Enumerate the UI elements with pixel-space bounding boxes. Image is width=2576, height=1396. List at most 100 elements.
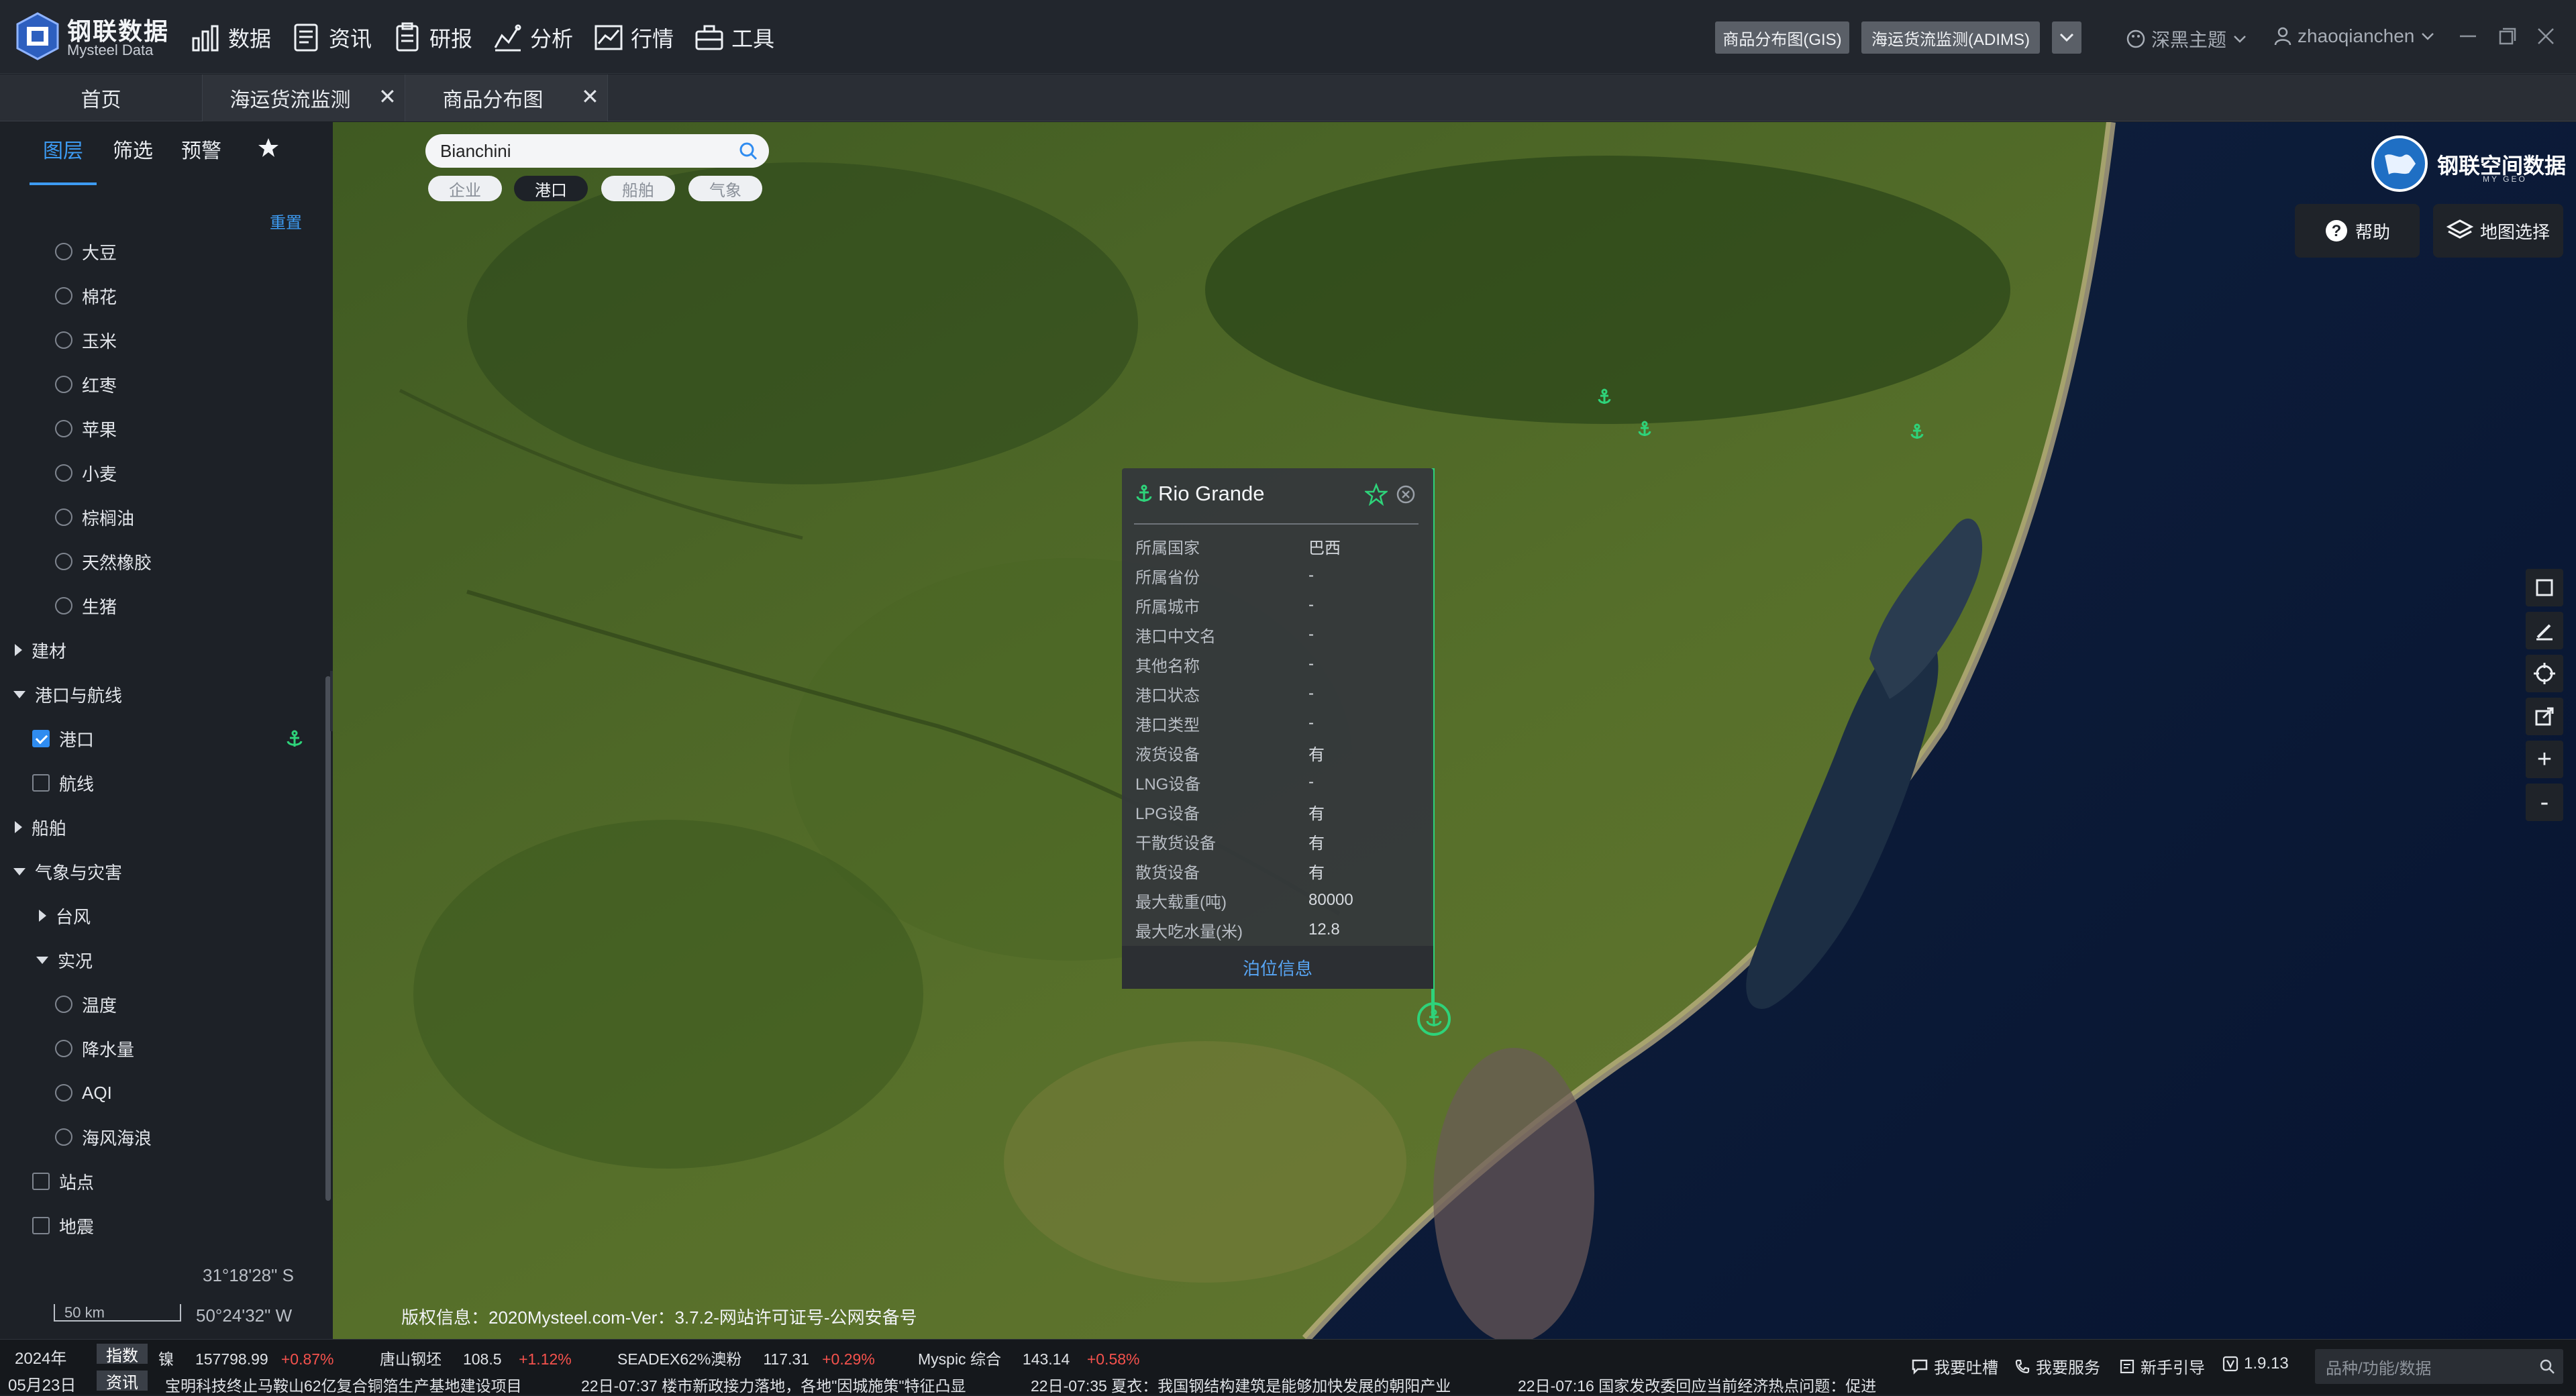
theme-switcher[interactable]: 深黑主题	[2126, 25, 2247, 52]
radio-button[interactable]	[55, 287, 72, 305]
rectangle-tool-button[interactable]	[2526, 569, 2563, 606]
layer-group-vessels[interactable]: 船舶	[15, 812, 330, 843]
radio-button[interactable]	[55, 508, 72, 526]
close-icon[interactable]	[1396, 484, 1416, 504]
close-window-icon[interactable]	[2534, 24, 2558, 48]
version-info[interactable]: 1.9.13	[2222, 1354, 2289, 1373]
filter-chip-company[interactable]: 企业	[428, 176, 502, 201]
layer-item-apple[interactable]: 苹果	[55, 413, 370, 444]
sidebar-scrollbar[interactable]	[325, 676, 331, 1201]
map-search-input[interactable]: Bianchini	[425, 134, 769, 168]
reset-button[interactable]: 重置	[270, 209, 302, 233]
layer-item-precipitation[interactable]: 降水量	[55, 1033, 370, 1064]
checkbox[interactable]	[32, 1173, 50, 1190]
layer-item-rubber[interactable]: 天然橡胶	[55, 546, 370, 577]
app-dropdown-button[interactable]	[2052, 21, 2081, 54]
nav-research[interactable]: 研报	[391, 19, 472, 56]
service-link[interactable]: 我要服务	[2014, 1354, 2100, 1378]
layer-item-aqi[interactable]: AQI	[55, 1077, 370, 1108]
help-button[interactable]: ? 帮助	[2295, 204, 2420, 258]
user-menu[interactable]: zhaoqianchen	[2273, 25, 2434, 47]
layer-item-routes[interactable]: 航线	[32, 767, 348, 798]
quote-item[interactable]: 镍 157798.99 +0.87%	[158, 1346, 334, 1369]
expand-icon[interactable]	[39, 910, 46, 922]
radio-button[interactable]	[55, 1084, 72, 1102]
zoom-in-button[interactable]: +	[2526, 741, 2563, 778]
news-item[interactable]: 22日-07:16 国家发改委回应当前经济热点问题：促进	[1518, 1373, 1894, 1396]
quote-item[interactable]: Myspic 综合 143.14 +0.58%	[918, 1346, 1139, 1369]
layer-item-soybean[interactable]: 大豆	[55, 236, 370, 267]
expand-icon[interactable]	[15, 821, 22, 833]
nav-tools[interactable]: 工具	[692, 19, 774, 56]
gis-button[interactable]: 商品分布图(GIS)	[1715, 21, 1849, 54]
search-icon[interactable]	[2539, 1358, 2555, 1375]
radio-button[interactable]	[55, 1128, 72, 1146]
layer-item-earthquake[interactable]: 地震	[32, 1210, 348, 1241]
expand-icon[interactable]	[15, 644, 22, 656]
quote-item[interactable]: 唐山钢坯 108.5 +1.12%	[380, 1346, 572, 1369]
layer-item-stations[interactable]: 站点	[32, 1166, 348, 1197]
news-item[interactable]: 22日-07:35 夏衣：我国钢结构建筑是能够加快发展的朝阳产业	[1031, 1373, 1451, 1396]
nav-analysis[interactable]: 分析	[491, 19, 573, 56]
tab-commodity-map[interactable]: 商品分布图 ✕	[405, 74, 608, 121]
quote-item[interactable]: SEADEX62%澳粉 117.31 +0.29%	[617, 1346, 875, 1369]
filter-chip-port[interactable]: 港口	[514, 176, 588, 201]
checkbox-checked[interactable]	[32, 730, 50, 747]
nav-data[interactable]: 数据	[189, 19, 271, 56]
checkbox[interactable]	[32, 774, 50, 792]
layer-item-hog[interactable]: 生猪	[55, 590, 370, 621]
nav-news[interactable]: 资讯	[290, 19, 372, 56]
news-item[interactable]: 22日-07:37 楼市新政接力落地，各地"因城施策"特征凸显	[581, 1373, 966, 1396]
layer-group-weather[interactable]: 气象与灾害	[13, 856, 329, 887]
tab-filter[interactable]: 筛选	[113, 134, 153, 164]
layer-group-building-materials[interactable]: 建材	[15, 635, 330, 665]
tab-alerts[interactable]: 预警	[181, 134, 221, 164]
checkbox[interactable]	[32, 1217, 50, 1234]
search-icon[interactable]	[738, 141, 758, 161]
close-icon[interactable]: ✕	[581, 84, 599, 109]
layer-item-wind-wave[interactable]: 海风海浪	[55, 1122, 370, 1152]
collapse-icon[interactable]	[13, 690, 25, 698]
radio-button[interactable]	[55, 420, 72, 437]
layer-group-live[interactable]: 实况	[36, 945, 352, 975]
radio-button[interactable]	[55, 464, 72, 482]
filter-chip-weather[interactable]: 气象	[688, 176, 762, 201]
map-canvas[interactable]	[333, 122, 2576, 1339]
collapse-icon[interactable]	[13, 867, 25, 875]
layer-item-ports[interactable]: 港口	[32, 723, 348, 754]
global-search-input[interactable]: 品种/功能/数据	[2315, 1349, 2563, 1384]
layer-item-temperature[interactable]: 温度	[55, 989, 370, 1020]
feedback-link[interactable]: 我要吐槽	[1911, 1354, 1998, 1378]
layer-item-corn[interactable]: 玉米	[55, 325, 370, 356]
star-icon[interactable]	[258, 137, 279, 158]
collapse-icon[interactable]	[36, 956, 48, 964]
berth-info-button[interactable]: 泊位信息	[1122, 946, 1433, 989]
radio-button[interactable]	[55, 553, 72, 570]
export-tool-button[interactable]	[2526, 698, 2563, 735]
draw-tool-button[interactable]	[2526, 612, 2563, 649]
nav-market[interactable]: 行情	[592, 19, 674, 56]
layer-item-wheat[interactable]: 小麦	[55, 458, 370, 488]
locate-tool-button[interactable]	[2526, 655, 2563, 692]
close-icon[interactable]: ✕	[378, 84, 397, 109]
adims-button[interactable]: 海运货流监测(ADIMS)	[1861, 21, 2040, 54]
layer-item-jujube[interactable]: 红枣	[55, 369, 370, 400]
radio-button[interactable]	[55, 376, 72, 393]
layer-item-cotton[interactable]: 棉花	[55, 280, 370, 311]
restore-icon[interactable]	[2495, 24, 2519, 48]
radio-button[interactable]	[55, 243, 72, 260]
radio-button[interactable]	[55, 996, 72, 1013]
star-outline-icon[interactable]	[1365, 483, 1388, 506]
radio-button[interactable]	[55, 597, 72, 614]
zoom-out-button[interactable]: -	[2526, 784, 2563, 821]
radio-button[interactable]	[55, 1040, 72, 1057]
radio-button[interactable]	[55, 331, 72, 349]
layer-group-ports-routes[interactable]: 港口与航线	[13, 679, 329, 710]
layer-item-palm-oil[interactable]: 棕榈油	[55, 502, 370, 533]
layer-group-typhoon[interactable]: 台风	[39, 900, 354, 931]
tab-home[interactable]: 首页	[0, 74, 203, 121]
news-item[interactable]: 宝明科技终止马鞍山62亿复合铜箔生产基地建设项目	[165, 1373, 522, 1396]
tab-shipping-monitor[interactable]: 海运货流监测 ✕	[203, 74, 405, 121]
minimize-icon[interactable]	[2456, 24, 2480, 48]
map-select-button[interactable]: 地图选择	[2433, 204, 2563, 258]
